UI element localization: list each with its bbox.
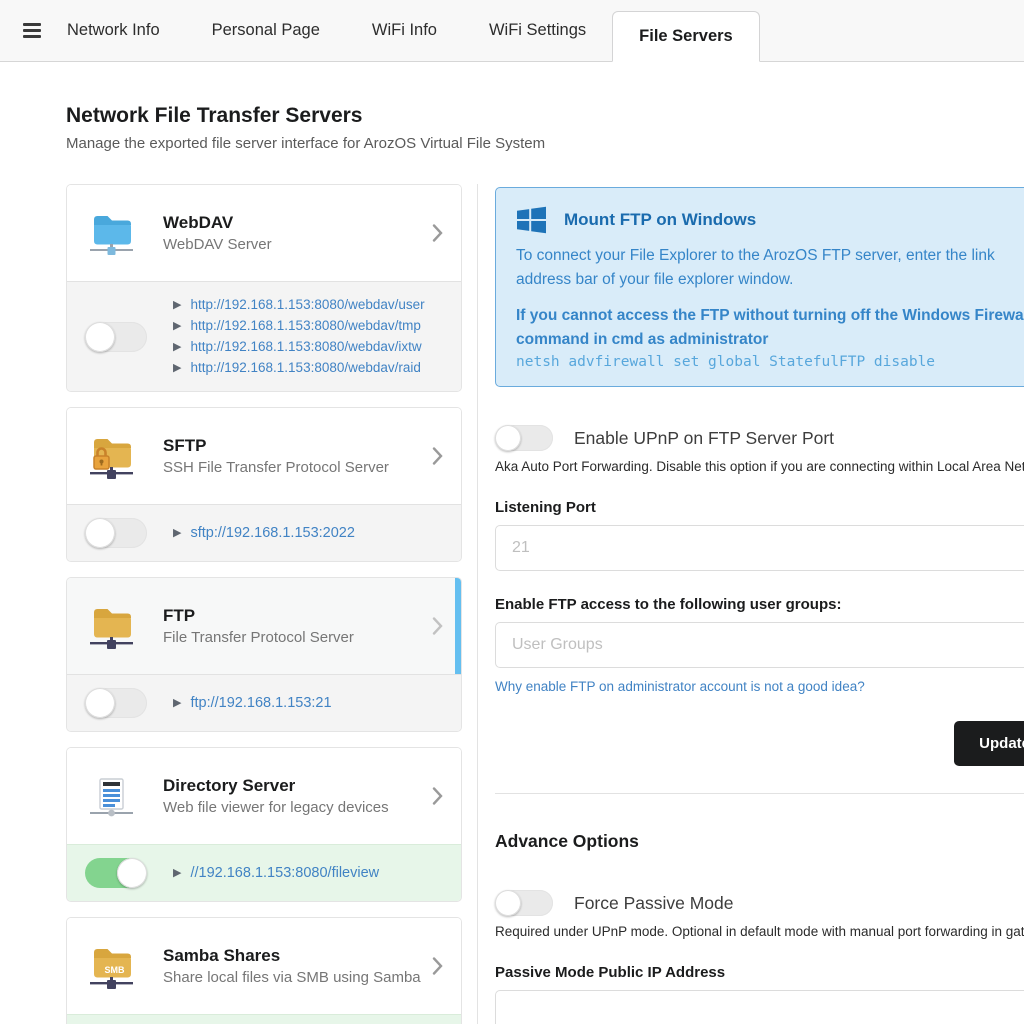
chevron-right-icon	[432, 617, 443, 635]
sftp-enable-toggle[interactable]	[85, 518, 147, 548]
menu-icon[interactable]	[23, 23, 41, 38]
card-samba-footer	[67, 1014, 461, 1024]
card-ftp-header[interactable]: FTP File Transfer Protocol Server	[67, 578, 461, 674]
caret-right-icon: ▶	[173, 863, 181, 883]
info-box-warning: If you cannot access the FTP without tur…	[516, 304, 1024, 328]
chevron-right-icon	[432, 224, 443, 242]
tab-wifi-info[interactable]: WiFi Info	[346, 21, 463, 40]
user-groups-input[interactable]	[495, 622, 1024, 668]
ftp-folder-network-icon	[87, 602, 135, 650]
webdav-enable-toggle[interactable]	[85, 322, 147, 352]
chevron-right-icon	[432, 957, 443, 975]
info-box-warning: command in cmd as administrator	[516, 328, 1024, 352]
card-directory-server-footer: ▶ //192.168.1.153:8080/fileview	[67, 844, 461, 901]
webdav-folder-network-icon	[87, 209, 135, 257]
card-sftp-footer: ▶ sftp://192.168.1.153:2022	[67, 504, 461, 561]
mount-ftp-info-box: Mount FTP on Windows To connect your Fil…	[495, 187, 1024, 387]
directory-server-url[interactable]: //192.168.1.153:8080/fileview	[190, 860, 379, 886]
server-desc: File Transfer Protocol Server	[163, 629, 426, 646]
caret-right-icon: ▶	[173, 523, 181, 543]
card-ftp-footer: ▶ ftp://192.168.1.153:21	[67, 674, 461, 731]
card-sftp: SFTP SSH File Transfer Protocol Server ▶…	[66, 407, 462, 562]
upnp-toggle-label: Enable UPnP on FTP Server Port	[574, 428, 834, 449]
tab-personal-page[interactable]: Personal Page	[186, 21, 346, 40]
chevron-right-icon	[432, 787, 443, 805]
sftp-folder-lock-icon	[87, 432, 135, 480]
card-sftp-header[interactable]: SFTP SSH File Transfer Protocol Server	[67, 408, 461, 504]
listening-port-label: Listening Port	[495, 499, 1024, 516]
advance-options-title: Advance Options	[495, 831, 1024, 852]
ftp-url[interactable]: ftp://192.168.1.153:21	[190, 690, 331, 716]
caret-right-icon: ▶	[173, 295, 181, 315]
webdav-url[interactable]: http://192.168.1.153:8080/webdav/user	[190, 295, 424, 315]
update-button[interactable]: Update	[954, 721, 1024, 766]
page-title: Network File Transfer Servers	[66, 104, 1024, 128]
card-directory-server-header[interactable]: Directory Server Web file viewer for leg…	[67, 748, 461, 844]
server-desc: Share local files via SMB using Samba	[163, 969, 426, 986]
directory-server-enable-toggle[interactable]	[85, 858, 147, 888]
tab-network-info[interactable]: Network Info	[41, 21, 186, 40]
webdav-url[interactable]: http://192.168.1.153:8080/webdav/ixtw	[190, 337, 421, 357]
user-groups-label: Enable FTP access to the following user …	[495, 596, 1024, 613]
admin-ftp-warning-link[interactable]: Why enable FTP on administrator account …	[495, 679, 865, 694]
public-ip-label: Passive Mode Public IP Address	[495, 964, 1024, 981]
caret-right-icon: ▶	[173, 358, 181, 378]
section-divider	[495, 793, 1024, 794]
upnp-note: Aka Auto Port Forwarding. Disable this o…	[495, 459, 1024, 474]
tab-wifi-settings[interactable]: WiFi Settings	[463, 21, 612, 40]
server-desc: SSH File Transfer Protocol Server	[163, 459, 426, 476]
tab-file-servers[interactable]: File Servers	[612, 11, 760, 62]
caret-right-icon: ▶	[173, 337, 181, 357]
force-passive-toggle[interactable]	[495, 890, 553, 916]
card-webdav-header[interactable]: WebDAV WebDAV Server	[67, 185, 461, 281]
server-name: Directory Server	[163, 776, 426, 796]
info-box-text: address bar of your file explorer window…	[516, 268, 1024, 292]
server-desc: WebDAV Server	[163, 236, 426, 253]
server-name: WebDAV	[163, 213, 426, 233]
server-name: FTP	[163, 606, 426, 626]
ftp-settings-panel: Mount FTP on Windows To connect your Fil…	[477, 184, 1024, 1024]
directory-server-icon	[87, 772, 135, 820]
caret-right-icon: ▶	[173, 693, 181, 713]
svg-text:SMB: SMB	[105, 965, 126, 975]
webdav-url[interactable]: http://192.168.1.153:8080/webdav/raid	[190, 358, 420, 378]
server-list: WebDAV WebDAV Server ▶ http://192.168.1.1…	[66, 184, 462, 1024]
public-ip-input[interactable]	[495, 990, 1024, 1024]
card-samba: SMB Samba Shares Share local files via S…	[66, 917, 462, 1024]
windows-logo-icon	[516, 205, 547, 235]
server-name: SFTP	[163, 436, 426, 456]
page-subtitle: Manage the exported file server interfac…	[66, 135, 1024, 152]
chevron-right-icon	[432, 447, 443, 465]
server-name: Samba Shares	[163, 946, 426, 966]
caret-right-icon: ▶	[173, 316, 181, 336]
webdav-url[interactable]: http://192.168.1.153:8080/webdav/tmp	[190, 316, 420, 336]
card-ftp: FTP File Transfer Protocol Server ▶ ftp:/…	[66, 577, 462, 732]
samba-folder-icon: SMB	[87, 942, 135, 990]
listening-port-input[interactable]	[495, 525, 1024, 571]
card-webdav-footer: ▶ http://192.168.1.153:8080/webdav/user ▶…	[67, 281, 461, 391]
upnp-toggle[interactable]	[495, 425, 553, 451]
card-samba-header[interactable]: SMB Samba Shares Share local files via S…	[67, 918, 461, 1014]
info-box-title: Mount FTP on Windows	[564, 210, 756, 230]
firewall-command-text: netsh advfirewall set global StatefulFTP…	[516, 354, 1024, 370]
top-nav: Network Info Personal Page WiFi Info WiF…	[0, 0, 1024, 62]
force-passive-note: Required under UPnP mode. Optional in de…	[495, 924, 1024, 939]
server-desc: Web file viewer for legacy devices	[163, 799, 426, 816]
sftp-url[interactable]: sftp://192.168.1.153:2022	[190, 520, 354, 546]
ftp-enable-toggle[interactable]	[85, 688, 147, 718]
card-directory-server: Directory Server Web file viewer for leg…	[66, 747, 462, 902]
force-passive-label: Force Passive Mode	[574, 893, 734, 914]
card-webdav: WebDAV WebDAV Server ▶ http://192.168.1.1…	[66, 184, 462, 392]
info-box-text: To connect your File Explorer to the Aro…	[516, 244, 1024, 268]
